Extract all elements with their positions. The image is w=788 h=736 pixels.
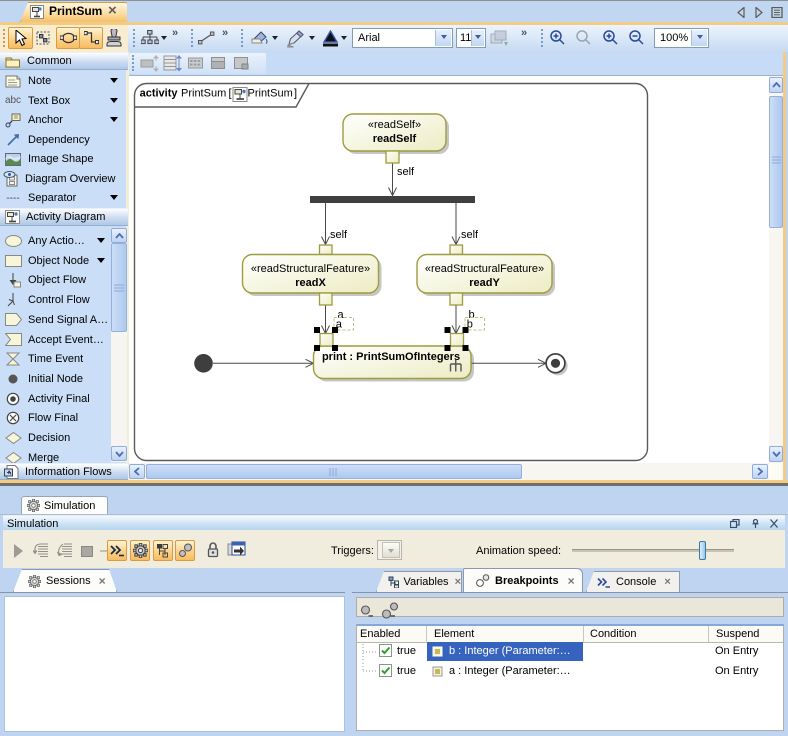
svg-text:print : PrintSumOfIntegers: print : PrintSumOfIntegers [322, 351, 460, 363]
svg-text:self: self [461, 229, 479, 241]
svg-text:readX: readX [295, 277, 326, 289]
svg-text:PrintSum: PrintSum [248, 88, 293, 100]
svg-text:[: [ [229, 88, 232, 100]
svg-text:activity: activity [140, 88, 179, 100]
svg-text:«readSelf»: «readSelf» [368, 119, 421, 131]
svg-text:readY: readY [469, 277, 500, 289]
svg-text:«readStructuralFeature»: «readStructuralFeature» [251, 263, 370, 275]
svg-text:PrintSum: PrintSum [181, 88, 226, 100]
svg-text:readSelf: readSelf [373, 133, 417, 145]
svg-text:«readStructuralFeature»: «readStructuralFeature» [425, 263, 544, 275]
svg-text:self: self [330, 229, 348, 241]
svg-text:self: self [397, 166, 415, 178]
svg-text:]: ] [294, 88, 297, 100]
